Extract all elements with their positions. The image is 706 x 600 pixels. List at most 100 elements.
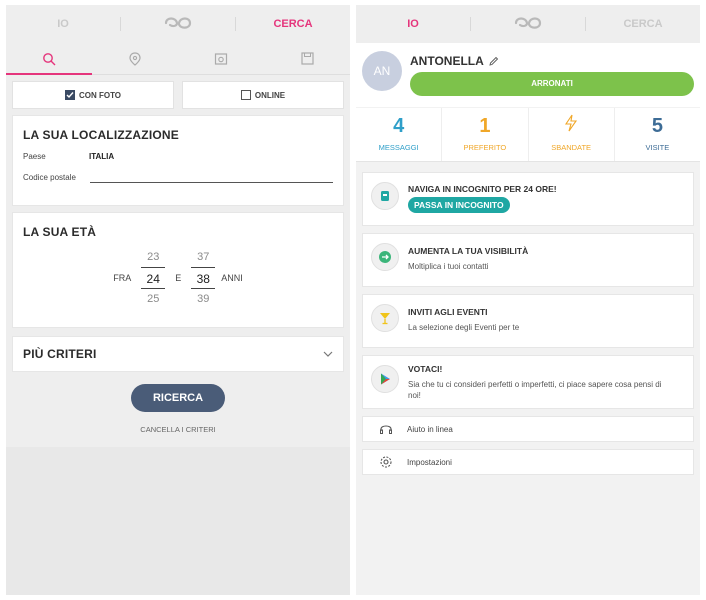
visits-label: VISITE — [645, 143, 670, 152]
photo-icon — [214, 52, 228, 65]
min-age-selected[interactable]: 24 — [141, 267, 166, 289]
lightning-icon — [565, 114, 578, 132]
gear-icon — [377, 455, 395, 469]
top-navigation: IO CERCA — [6, 5, 350, 43]
min-age-next[interactable]: 25 — [141, 289, 165, 309]
postal-row: Codice postale — [23, 171, 333, 183]
profile-name: ANTONELLA — [410, 54, 484, 68]
stats-bar: 4 MESSAGGI 1 PREFERITO SBANDATE 5 VISITE — [356, 108, 700, 162]
tab-nearby[interactable] — [92, 43, 178, 74]
favorites-label: PREFERITO — [463, 143, 507, 152]
play-store-icon — [371, 365, 399, 393]
profile-header: AN ANTONELLA ARRONATI — [356, 43, 700, 107]
avatar[interactable]: AN — [362, 51, 402, 91]
tab-cerca[interactable]: CERCA — [236, 18, 350, 30]
max-age-selected[interactable]: 38 — [191, 267, 216, 289]
rate-us-desc: Sia che tu ci consideri perfetti o imper… — [408, 380, 662, 400]
age-card: LA SUA ETÀ FRA 23 24 25 E 37 38 39 ANNI — [12, 212, 344, 328]
more-criteria-label: PIÙ CRITERI — [23, 347, 97, 361]
tab-saved[interactable] — [264, 43, 350, 74]
feature-visibility[interactable]: AUMENTA LA TUA VISIBILITÀ Moltiplica i t… — [362, 233, 694, 287]
min-age-picker[interactable]: 23 24 25 — [141, 247, 166, 309]
pencil-edit-icon[interactable] — [488, 56, 499, 67]
visibility-title: AUMENTA LA TUA VISIBILITÀ — [408, 246, 529, 256]
top-navigation: IO CERCA — [356, 5, 700, 43]
years-label: ANNI — [221, 273, 243, 283]
max-age-next[interactable]: 39 — [191, 289, 215, 309]
reset-criteria-link[interactable]: CANCELLA I CRITERI — [6, 425, 350, 434]
search-icon — [43, 52, 56, 65]
country-value: ITALIA — [89, 152, 115, 161]
profile-screen: IO CERCA AN ANTONELLA ARRONATI 4 MESSAGG… — [356, 5, 700, 595]
help-row[interactable]: Aiuto in linea — [362, 416, 694, 442]
con-foto-toggle[interactable]: CON FOTO — [12, 81, 174, 109]
age-range-picker: FRA 23 24 25 E 37 38 39 ANNI — [23, 247, 333, 309]
incognito-text: NAVIGA IN INCOGNITO PER 24 ORE! PASSA IN… — [408, 173, 557, 225]
online-label: ONLINE — [254, 90, 286, 100]
min-age-prev[interactable]: 23 — [141, 247, 165, 267]
checkbox-empty-icon — [240, 90, 251, 100]
favorites-count: 1 — [479, 115, 491, 137]
stat-favorites[interactable]: 1 PREFERITO — [442, 108, 529, 161]
postal-label: Codice postale — [23, 172, 76, 182]
stat-crushes[interactable]: SBANDATE — [529, 108, 615, 161]
crushes-label: SBANDATE — [551, 143, 592, 152]
logo-icon — [164, 16, 192, 29]
feature-rate-us[interactable]: VOTACI! Sia che tu ci consideri perfetti… — [362, 355, 694, 409]
tab-photos[interactable] — [178, 43, 264, 74]
tab-home-logo[interactable] — [121, 14, 235, 35]
incognito-icon — [371, 182, 399, 210]
profile-info: ANTONELLA ARRONATI — [410, 51, 694, 107]
events-title: INVITI AGLI EVENTI — [408, 307, 488, 317]
chevron-down-icon — [323, 351, 333, 357]
search-subtabs — [6, 43, 350, 75]
rate-us-text: VOTACI! Sia che tu ci consideri perfetti… — [408, 356, 685, 408]
boost-button[interactable]: ARRONATI — [410, 72, 694, 96]
events-desc: La selezione degli Eventi per te — [408, 323, 520, 332]
visits-count: 5 — [651, 115, 663, 137]
settings-label: Impostazioni — [407, 457, 452, 467]
visibility-desc: Moltiplica i tuoi contatti — [408, 262, 489, 271]
visibility-text: AUMENTA LA TUA VISIBILITÀ Moltiplica i t… — [408, 234, 528, 286]
checkbox-checked-icon — [64, 90, 75, 100]
filter-toggles: CON FOTO ONLINE — [6, 81, 350, 109]
feature-events[interactable]: INVITI AGLI EVENTI La selezione degli Ev… — [362, 294, 694, 348]
search-screen: IO CERCA CON FOTO ONLINE LA SUA LOCALIZZ… — [6, 5, 350, 595]
profile-name-row: ANTONELLA — [410, 54, 694, 68]
headset-icon — [377, 422, 395, 436]
online-toggle[interactable]: ONLINE — [182, 81, 344, 109]
country-label: Paese — [23, 152, 46, 161]
search-button[interactable]: RICERCA — [131, 384, 225, 412]
tab-home-logo[interactable] — [471, 14, 585, 35]
con-foto-label: CON FOTO — [78, 90, 122, 100]
max-age-prev[interactable]: 37 — [191, 247, 215, 267]
cocktail-icon — [371, 304, 399, 332]
tab-search[interactable] — [6, 43, 92, 75]
tab-cerca[interactable]: CERCA — [586, 18, 700, 30]
location-title: LA SUA LOCALIZZAZIONE — [23, 128, 179, 142]
save-disk-icon — [300, 52, 314, 65]
events-text: INVITI AGLI EVENTI La selezione degli Ev… — [408, 295, 519, 347]
tab-io[interactable]: IO — [356, 18, 470, 30]
settings-row[interactable]: Impostazioni — [362, 449, 694, 475]
stat-visits[interactable]: 5 VISITE — [615, 108, 700, 161]
help-label: Aiuto in linea — [407, 424, 453, 434]
max-age-picker[interactable]: 37 38 39 — [191, 247, 216, 309]
more-criteria-row[interactable]: PIÙ CRITERI — [12, 336, 344, 372]
incognito-button[interactable]: PASSA IN INCOGNITO — [408, 197, 510, 213]
stat-messages[interactable]: 4 MESSAGGI — [356, 108, 443, 161]
feature-incognito[interactable]: NAVIGA IN INCOGNITO PER 24 ORE! PASSA IN… — [362, 172, 694, 226]
tab-io[interactable]: IO — [6, 18, 120, 30]
between-label: E — [175, 273, 182, 283]
visibility-icon — [371, 243, 399, 271]
rate-us-title: VOTACI! — [408, 364, 443, 374]
location-card: LA SUA LOCALIZZAZIONE Paese ITALIA Codic… — [12, 115, 344, 206]
country-row[interactable]: Paese ITALIA — [23, 152, 333, 161]
crushes-icon-wrap — [529, 114, 614, 138]
messages-label: MESSAGGI — [378, 143, 419, 152]
empty-area — [6, 447, 350, 595]
postal-code-input[interactable] — [90, 171, 333, 183]
logo-icon — [514, 16, 542, 29]
location-pin-icon — [129, 51, 141, 66]
messages-count: 4 — [393, 115, 405, 137]
